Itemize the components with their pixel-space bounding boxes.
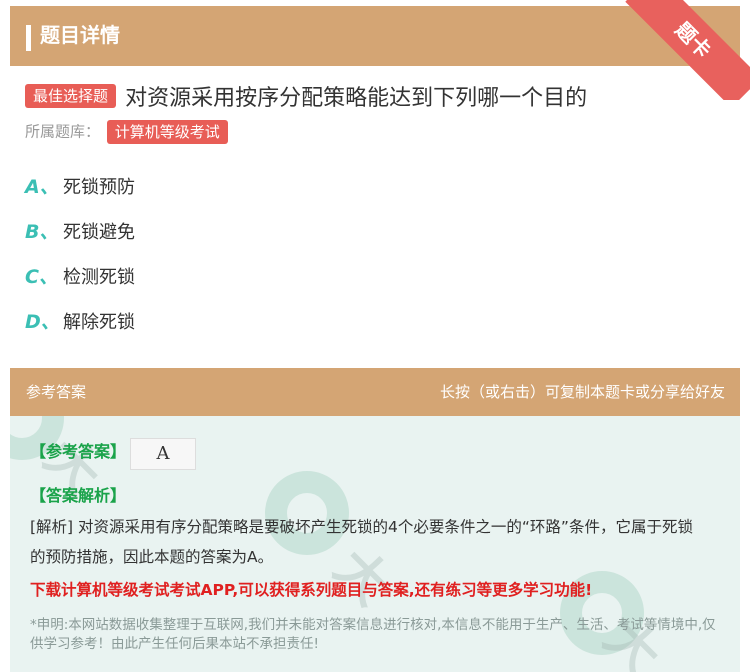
header-title: 题目详情 [40,23,120,47]
option-text: 检测死锁 [63,267,135,288]
options-list: A、 死锁预防 B、 死锁避免 C、 检测死锁 D、 解除死锁 [25,172,135,352]
question-text: 对资源采用按序分配策略能达到下列哪一个目的 [125,86,588,111]
bank-tag[interactable]: 计算机等级考试 [106,120,228,144]
reference-answer-value: A [130,438,196,470]
option-b[interactable]: B、 死锁避免 [25,217,135,262]
app-promo-link[interactable]: 下载计算机等级考试考试APP,可以获得系列题目与答案,还有练习等更多学习功能! [30,578,592,600]
option-a[interactable]: A、 死锁预防 [25,172,135,217]
question-bank-line: 所属题库： 计算机等级考试 [25,120,228,144]
reference-answer-label: 【参考答案】 [30,442,127,461]
option-text: 死锁避免 [63,222,135,243]
answer-header: 参考答案 长按（或右击）可复制本题卡或分享给好友 [10,368,740,416]
option-letter: A、 [25,176,59,198]
answer-body: 大 大 大 【参考答案】 A 【答案解析】 [解析] 对资源采用有序分配策略是要… [10,416,740,672]
option-letter: B、 [25,221,59,243]
header-accent-bar [26,25,31,51]
question-type-tag: 最佳选择题 [25,84,117,108]
copy-share-hint: 长按（或右击）可复制本题卡或分享给好友 [439,383,725,401]
option-letter: D、 [25,311,60,333]
bank-label: 所属题库： [25,122,101,141]
analysis-text: [解析] 对资源采用有序分配策略是要破坏产生死锁的4个必要条件之一的“环路”条件… [30,518,693,566]
option-letter: C、 [25,266,58,288]
answer-header-label: 参考答案 [26,383,87,401]
analysis-label: 【答案解析】 [30,486,127,505]
option-text: 解除死锁 [63,312,135,333]
question-line: 最佳选择题 对资源采用按序分配策略能达到下列哪一个目的 [25,80,588,111]
option-d[interactable]: D、 解除死锁 [25,307,135,352]
detail-header: 题目详情 [10,6,740,66]
option-text: 死锁预防 [63,177,135,198]
disclaimer: *申明:本网站数据收集整理于互联网,我们并未能对答案信息进行核对,本信息不能用于… [30,617,716,652]
option-c[interactable]: C、 检测死锁 [25,262,135,307]
